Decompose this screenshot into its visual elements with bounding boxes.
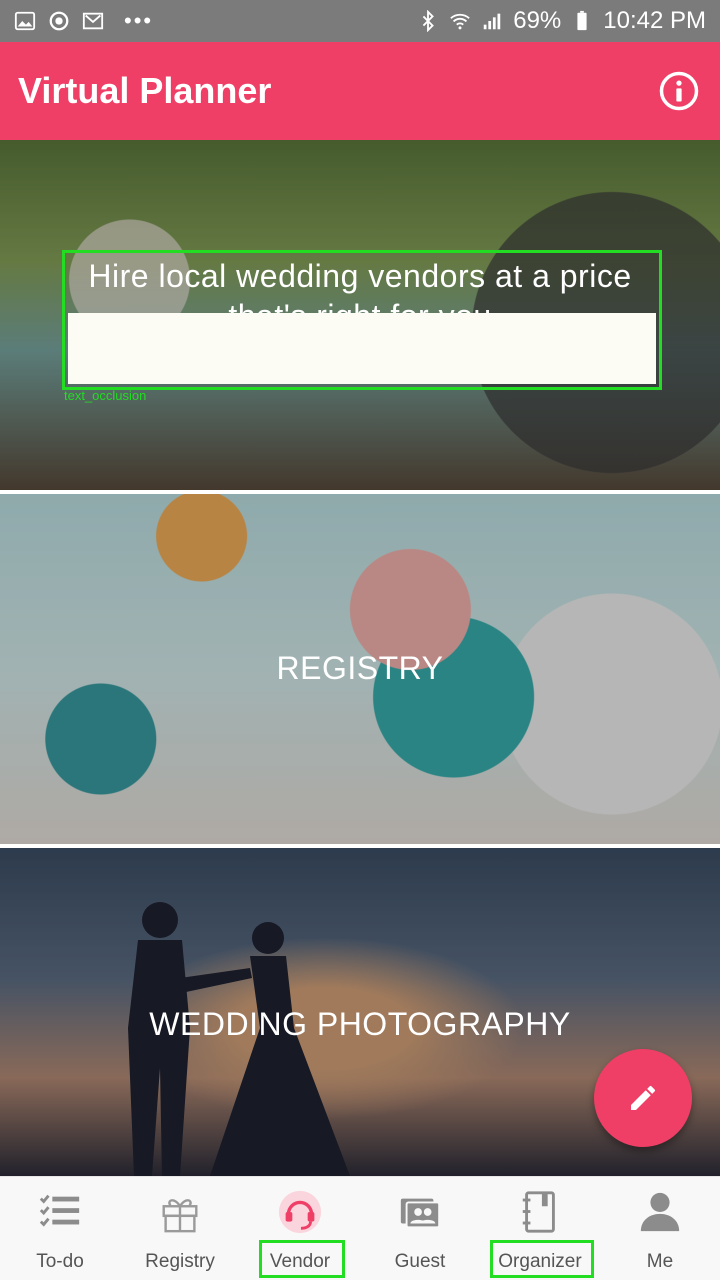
occlusion-tag: text_occlusion (64, 388, 147, 403)
vendor-highlight-box (259, 1240, 345, 1278)
checklist-icon (35, 1187, 85, 1237)
headset-icon (275, 1187, 325, 1237)
nav-item-registry[interactable]: Registry (120, 1177, 240, 1280)
person-icon (635, 1187, 685, 1237)
image-icon (14, 10, 36, 32)
nav-label: Guest (394, 1251, 446, 1272)
nav-label: Me (646, 1251, 674, 1272)
notebook-icon (515, 1187, 565, 1237)
guests-icon (395, 1187, 445, 1237)
occlusion-fill (68, 313, 656, 384)
app-title: Virtual Planner (18, 70, 272, 111)
nav-label: Registry (145, 1251, 215, 1272)
more-notifications-indicator: ••• (124, 8, 154, 33)
text-occlusion-box (62, 250, 662, 390)
photography-card-label: WEDDING PHOTOGRAPHY (149, 1006, 571, 1042)
sync-icon (48, 10, 70, 32)
status-right: 69% 10:42 PM (417, 7, 706, 35)
info-icon (659, 71, 699, 111)
nav-item-me[interactable]: Me (600, 1177, 720, 1280)
status-left: ••• (14, 8, 153, 34)
bottom-navigation: To-do Registry Vendor Guest Organizer Me (0, 1176, 720, 1280)
nav-item-todo[interactable]: To-do (0, 1177, 120, 1280)
battery-percent: 69% (513, 7, 562, 34)
registry-card[interactable]: REGISTRY (0, 494, 720, 844)
app-bar: Virtual Planner (0, 42, 720, 140)
info-button[interactable] (656, 68, 702, 114)
gift-icon (155, 1187, 205, 1237)
bluetooth-icon (417, 10, 439, 32)
status-bar: ••• 69% 10:42 PM (0, 0, 720, 42)
status-time: 10:42 PM (603, 7, 706, 34)
battery-icon (571, 10, 593, 32)
organizer-highlight-box (490, 1240, 594, 1278)
mail-icon (82, 10, 104, 32)
edit-fab-button[interactable] (594, 1049, 692, 1147)
wifi-icon (449, 10, 471, 32)
pencil-icon (631, 1085, 656, 1110)
nav-label: To-do (36, 1251, 84, 1272)
nav-item-guest[interactable]: Guest (360, 1177, 480, 1280)
signal-icon (481, 10, 503, 32)
registry-card-label: REGISTRY (276, 650, 444, 686)
